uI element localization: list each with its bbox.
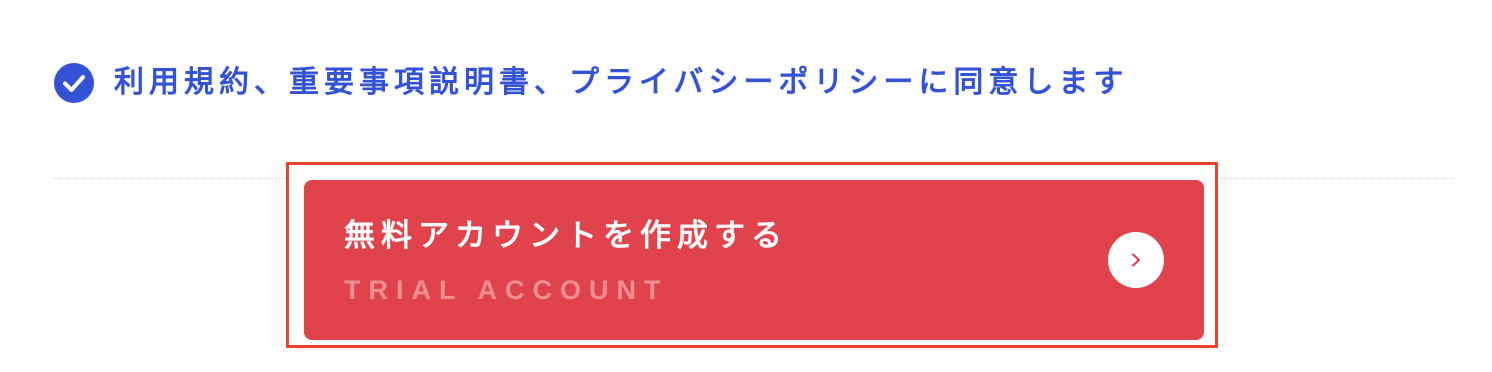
agreement-label[interactable]: 利用規約、重要事項説明書、プライバシーポリシーに同意します: [114, 60, 1128, 106]
check-circle-icon[interactable]: [54, 63, 94, 103]
chevron-right-icon: [1108, 232, 1164, 288]
agreement-checkbox[interactable]: 利用規約、重要事項説明書、プライバシーポリシーに同意します: [54, 60, 1128, 106]
cta-subtitle: TRIAL ACCOUNT: [344, 275, 669, 305]
cta-title: 無料アカウントを作成する: [344, 218, 788, 254]
create-trial-account-button[interactable]: 無料アカウントを作成する TRIAL ACCOUNT: [304, 180, 1204, 340]
